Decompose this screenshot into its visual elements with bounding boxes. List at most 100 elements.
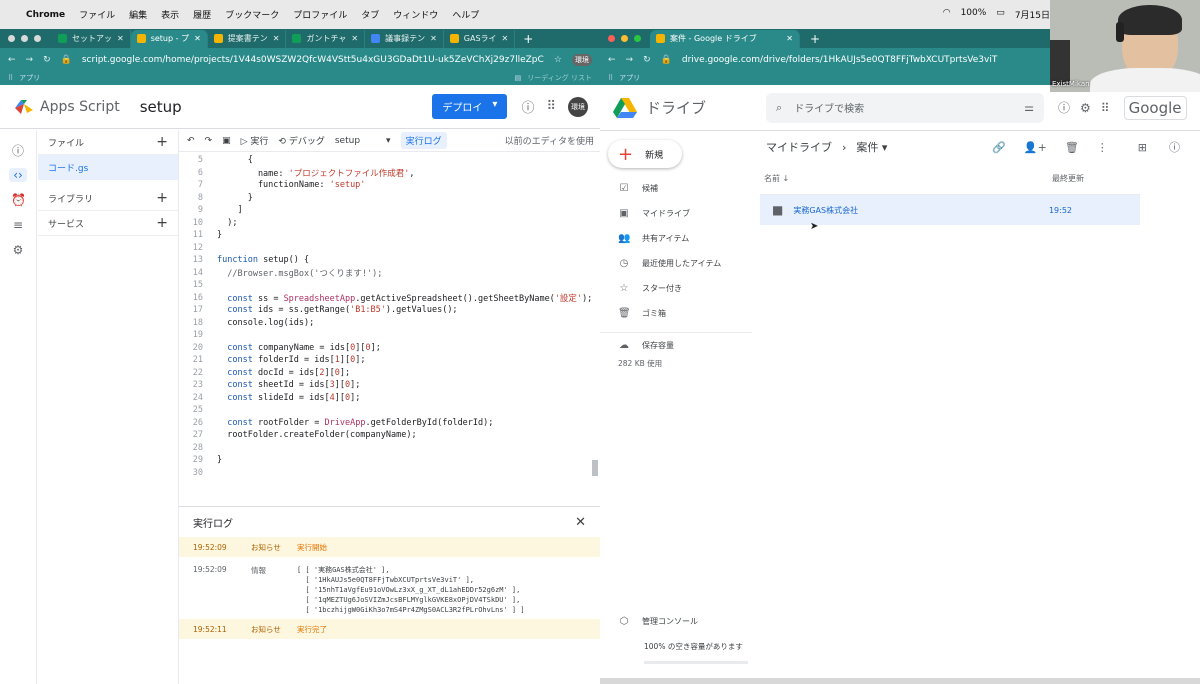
code-line-text[interactable]: ] <box>217 205 242 215</box>
nav-my-drive[interactable]: ▣ マイドライブ <box>600 201 760 226</box>
browser-tab-active[interactable]: 案件 - Google ドライブ ✕ <box>650 29 800 48</box>
code-text[interactable]: 5 {6 name: 'プロジェクトファイル作成君', 7 functionNam… <box>179 154 600 478</box>
code-line-text[interactable]: function setup() { <box>217 255 309 265</box>
editor-scrollbar[interactable] <box>592 460 598 476</box>
code-line-text[interactable]: ); <box>217 218 237 228</box>
code-line[interactable]: 27 rootFolder.createFolder(companyName); <box>179 429 600 442</box>
reload-icon[interactable]: ↻ <box>643 55 651 65</box>
drive-logo-icon[interactable] <box>612 97 638 119</box>
code-line-text[interactable]: functionName: 'setup' <box>217 180 365 190</box>
code-line[interactable]: 19 <box>179 329 600 342</box>
redo-icon[interactable]: ↷ <box>205 136 213 146</box>
google-account-logo[interactable]: Google <box>1123 95 1187 120</box>
code-line[interactable]: 6 name: 'プロジェクトファイル作成君', <box>179 167 600 180</box>
menu-tab[interactable]: タブ <box>361 8 379 21</box>
code-line[interactable]: 17 const ids = ss.getRange('B1:B5').getV… <box>179 304 600 317</box>
close-window-dot[interactable] <box>8 35 15 42</box>
run-button[interactable]: ▷ 実行 <box>241 134 269 147</box>
url-field[interactable]: drive.google.com/drive/folders/1HkAUJs5e… <box>682 55 1042 65</box>
browser-tab[interactable]: 議事録テン ✕ <box>365 29 444 48</box>
browser-tab[interactable]: セットアッ ✕ <box>52 29 131 48</box>
search-icon[interactable]: ⌕ <box>776 101 782 115</box>
code-line-text[interactable]: } <box>217 193 253 203</box>
code-line-text[interactable]: const ss = SpreadsheetApp.getActiveSprea… <box>217 292 592 304</box>
add-file-icon[interactable]: + <box>156 134 168 150</box>
bookmark-apps[interactable]: アプリ <box>619 73 640 83</box>
triggers-icon[interactable]: ⏰ <box>11 193 26 207</box>
menu-profile[interactable]: プロファイル <box>293 8 347 21</box>
apps-script-logo-icon[interactable] <box>12 96 36 118</box>
apps-grid-icon[interactable]: ⠿ <box>608 74 613 82</box>
code-line-text[interactable]: //Browser.msgBox('つくります!'); <box>217 267 382 279</box>
code-line[interactable]: 26 const rootFolder = DriveApp.getFolder… <box>179 417 600 430</box>
apps-script-brand[interactable]: Apps Script <box>40 99 120 115</box>
more-icon[interactable]: ⋮ <box>1097 141 1108 154</box>
execution-log-button[interactable]: 実行ログ <box>400 132 447 149</box>
share-icon[interactable]: 👤+ <box>1024 141 1047 154</box>
tab-close-icon[interactable]: ✕ <box>351 34 358 43</box>
tab-close-icon[interactable]: ✕ <box>502 34 509 43</box>
code-line-text[interactable]: } <box>217 230 222 240</box>
code-line[interactable]: 20 const companyName = ids[0][0]; <box>179 342 600 355</box>
code-line[interactable]: 10 ); <box>179 217 600 230</box>
code-line[interactable]: 29} <box>179 454 600 467</box>
code-line[interactable]: 23 const sheetId = ids[3][0]; <box>179 379 600 392</box>
add-library-icon[interactable]: + <box>156 190 168 206</box>
code-line[interactable]: 13 function setup() { <box>179 254 600 267</box>
code-line-text[interactable]: name: 'プロジェクトファイル作成君', <box>217 167 415 179</box>
search-options-icon[interactable]: ⚌ <box>1024 101 1034 114</box>
code-line-text[interactable]: const companyName = ids[0][0]; <box>217 343 381 353</box>
menu-file[interactable]: ファイル <box>79 8 115 21</box>
account-avatar[interactable]: 環境 <box>568 96 588 117</box>
legacy-editor-link[interactable]: 以前のエディタを使用 <box>505 134 594 147</box>
wifi-icon[interactable]: ◠ <box>943 8 951 21</box>
tab-close-icon[interactable]: ✕ <box>786 34 793 43</box>
code-line[interactable]: 16 const ss = SpreadsheetApp.getActiveSp… <box>179 292 600 305</box>
code-line-text[interactable]: const folderId = ids[1][0]; <box>217 355 365 365</box>
code-line[interactable]: 22 const docId = ids[2][0]; <box>179 367 600 380</box>
forward-icon[interactable]: → <box>26 55 34 65</box>
code-line[interactable]: 25 <box>179 404 600 417</box>
menu-bookmarks[interactable]: ブックマーク <box>225 8 279 21</box>
code-line-text[interactable]: const sheetId = ids[3][0]; <box>217 380 360 390</box>
profile-avatar[interactable]: 環境 <box>572 53 592 66</box>
menu-history[interactable]: 履歴 <box>193 8 211 21</box>
modified-column[interactable]: 最終更新 <box>1052 173 1084 184</box>
new-button[interactable]: + 新規 <box>608 140 682 168</box>
add-service-icon[interactable]: + <box>156 215 168 231</box>
battery-percent[interactable]: 100% <box>961 8 987 21</box>
drive-search-box[interactable]: ⌕ ドライブで検索 ⚌ <box>766 92 1045 123</box>
editor-icon[interactable]: ‹› <box>9 168 27 182</box>
code-line-text[interactable]: const rootFolder = DriveApp.getFolderByI… <box>217 418 493 428</box>
undo-icon[interactable]: ↶ <box>187 136 195 146</box>
details-icon[interactable]: ⓘ <box>1169 139 1180 155</box>
debug-button[interactable]: ⟲ デバッグ <box>278 134 324 147</box>
close-window-dot[interactable] <box>608 35 615 42</box>
code-line[interactable]: 30 <box>179 467 600 480</box>
nav-recent[interactable]: ◷ 最近使用したアイテム <box>600 251 760 276</box>
menu-view[interactable]: 表示 <box>161 8 179 21</box>
menubar-app-name[interactable]: Chrome <box>26 10 65 20</box>
minimize-window-dot[interactable] <box>621 35 628 42</box>
apps-grid-icon[interactable]: ⠿ <box>546 99 556 114</box>
nav-admin-console[interactable]: ⬡ 管理コンソール <box>600 609 698 634</box>
code-line[interactable]: 11} <box>179 229 600 242</box>
help-icon[interactable]: ⓘ <box>521 97 534 116</box>
function-select[interactable]: setup ▾ <box>335 136 391 146</box>
horizontal-scrollbar[interactable] <box>600 678 1200 684</box>
url-field[interactable]: script.google.com/home/projects/1V44s0WS… <box>82 55 544 65</box>
code-line[interactable]: 28 <box>179 442 600 455</box>
browser-tab[interactable]: ガントチャ ✕ <box>286 29 366 48</box>
code-line-text[interactable]: const slideId = ids[4][0]; <box>217 393 360 403</box>
reading-list[interactable]: リーディング リスト <box>527 73 592 83</box>
breadcrumb-current[interactable]: 案件 ▾ <box>856 139 887 155</box>
forward-icon[interactable]: → <box>626 55 634 65</box>
code-line[interactable]: 21 const folderId = ids[1][0]; <box>179 354 600 367</box>
overview-icon[interactable]: ⓘ <box>11 144 25 158</box>
back-icon[interactable]: ← <box>8 55 16 65</box>
grid-view-icon[interactable]: ⊞ <box>1138 141 1147 154</box>
nav-shared[interactable]: 👥 共有アイテム <box>600 226 760 251</box>
minimize-window-dot[interactable] <box>21 35 28 42</box>
code-line[interactable]: 18 console.log(ids); <box>179 317 600 330</box>
breadcrumb-my-drive[interactable]: マイドライブ <box>766 139 832 155</box>
